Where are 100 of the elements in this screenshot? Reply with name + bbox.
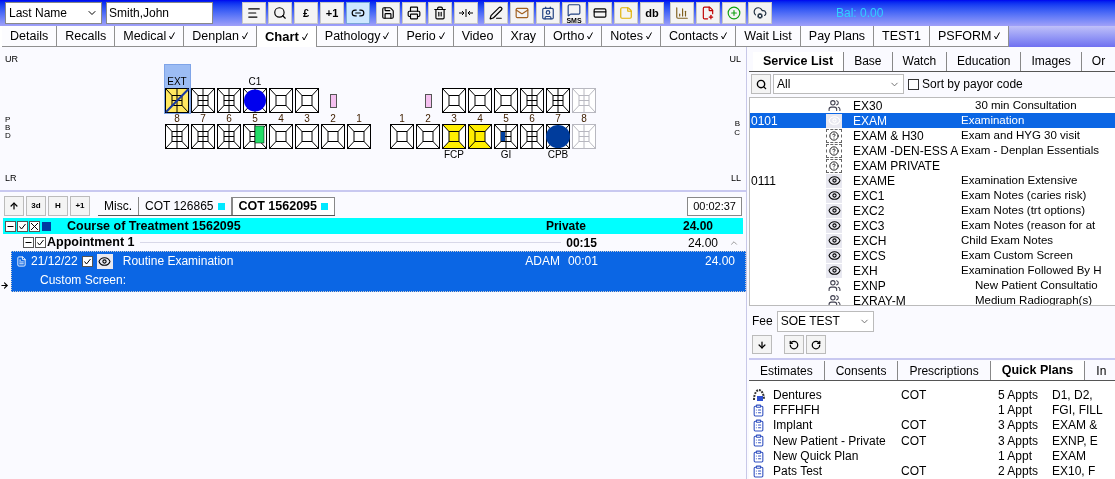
toolbar-button[interactable] (536, 2, 560, 24)
course-tab[interactable]: COT 1562095 (231, 197, 336, 215)
tab[interactable]: Xray (502, 26, 546, 47)
toolbar-button[interactable] (484, 2, 508, 24)
panel-tab[interactable]: In (1085, 361, 1115, 381)
tooth-icon[interactable] (520, 88, 544, 113)
tooth-icon[interactable] (546, 124, 570, 149)
service-row[interactable]: EXAM PRIVATE (750, 158, 1115, 174)
service-row[interactable]: EXCS Exam Custom Screen (750, 248, 1115, 264)
tab[interactable]: Details (2, 26, 58, 47)
search-type-select[interactable]: Last Name (5, 2, 102, 24)
tooth-icon[interactable] (217, 88, 241, 113)
panel-tab[interactable]: Images (1021, 51, 1082, 71)
panel-tab[interactable]: Estimates (749, 361, 825, 381)
tooth-icon[interactable] (217, 124, 241, 149)
tooth-icon[interactable] (165, 88, 189, 113)
tooth-icon[interactable] (295, 124, 319, 149)
service-row[interactable]: 0101 EXAM Examination (750, 113, 1115, 129)
tooth-icon[interactable] (295, 88, 319, 113)
panel-tab[interactable]: Consents (824, 361, 899, 381)
redo-button[interactable] (806, 335, 826, 355)
tooth-stub-icon[interactable] (424, 93, 432, 108)
quick-plan-row[interactable]: New Patient - Private COT 3 Appts EXNP, E (749, 433, 1115, 449)
tooth-icon[interactable] (165, 124, 189, 149)
sort-checkbox[interactable] (908, 78, 919, 90)
tooth-icon[interactable] (416, 124, 440, 149)
chart-button[interactable] (4, 196, 24, 216)
panel-tab[interactable]: Base (844, 51, 893, 71)
checkbox[interactable] (17, 220, 28, 232)
toolbar-button[interactable] (242, 2, 266, 24)
chart-button[interactable]: 3d (26, 196, 46, 216)
tooth-icon[interactable] (520, 124, 544, 149)
tab[interactable]: PSFORM (930, 26, 1010, 47)
arrow-down-button[interactable] (752, 335, 772, 355)
tooth-icon[interactable] (321, 124, 345, 149)
panel-tab[interactable]: Service List (753, 51, 845, 71)
tab[interactable]: Notes (602, 26, 661, 47)
collapse-toggle[interactable] (23, 237, 34, 248)
tooth-icon[interactable] (243, 88, 267, 113)
service-row[interactable]: EXC2 Exam Notes (trt options) (750, 203, 1115, 219)
service-row[interactable]: EXAM & H30 Exam and HYG 30 visit (750, 128, 1115, 144)
tab[interactable]: Pay Plans (800, 26, 875, 47)
service-row[interactable]: EX30 30 min Consultation (750, 98, 1115, 114)
tooth-icon[interactable] (243, 124, 267, 149)
tab[interactable]: Pathology (316, 26, 399, 47)
undo-button[interactable] (784, 335, 804, 355)
chart-button[interactable]: H (48, 196, 68, 216)
tooth-icon[interactable] (468, 88, 492, 113)
tab[interactable]: Video (453, 26, 503, 47)
tooth-icon[interactable] (468, 124, 492, 149)
panel-tab[interactable]: Education (947, 51, 1022, 71)
toolbar-button[interactable] (268, 2, 292, 24)
category-select[interactable]: All (773, 74, 904, 95)
tooth-icon[interactable] (442, 88, 466, 113)
tab[interactable]: Recalls (57, 26, 116, 47)
toolbar-button[interactable] (588, 2, 612, 24)
tooth-icon[interactable] (494, 88, 518, 113)
quick-plan-row[interactable]: New Quick Plan 1 Appt EXAM (749, 448, 1115, 464)
panel-tab[interactable]: Quick Plans (990, 361, 1086, 381)
search-button[interactable] (751, 74, 771, 95)
tooth-icon[interactable] (442, 124, 466, 149)
quick-plan-row[interactable]: Implant COT 3 Appts EXAM & (749, 417, 1115, 434)
toolbar-button[interactable]: db (640, 2, 664, 24)
toolbar-button[interactable] (428, 2, 452, 24)
service-row[interactable]: EXCH Child Exam Notes (750, 233, 1115, 249)
panel-tab[interactable]: Watch (892, 51, 948, 71)
course-tab[interactable]: Misc. (98, 197, 139, 215)
tooth-icon[interactable] (390, 124, 414, 149)
tab[interactable]: Wait List (736, 26, 801, 47)
toolbar-button[interactable] (748, 2, 772, 24)
fee-select[interactable]: SOE TEST (776, 310, 874, 332)
tooth-stub-icon[interactable] (329, 93, 337, 108)
checkbox[interactable] (81, 255, 93, 267)
tooth-icon[interactable] (191, 88, 215, 113)
tab[interactable]: Medical (115, 26, 185, 47)
service-row[interactable]: EXH Examination Followed By H (750, 263, 1115, 279)
tooth-icon[interactable] (269, 124, 293, 149)
collapse-toggle[interactable] (5, 220, 16, 232)
service-row[interactable]: EXC3 Exam Notes (reason for at (750, 218, 1115, 234)
tooth-icon[interactable] (347, 124, 371, 149)
toolbar-button[interactable]: £ (294, 2, 318, 24)
treatment-item[interactable]: 21/12/22 Routine Examination ADAM 00:01 24.00 Custom Screen: (11, 251, 746, 292)
service-row[interactable]: EXAM -DEN-ESS A Exam - Denplan Essentials (750, 143, 1115, 159)
toolbar-button[interactable] (346, 2, 370, 24)
checkbox[interactable] (35, 237, 46, 248)
service-row[interactable]: EXNP New Patient Consultatio (750, 278, 1115, 294)
toolbar-button[interactable] (402, 2, 426, 24)
toolbar-button[interactable]: +1 (320, 2, 344, 24)
tab[interactable]: Denplan (184, 26, 257, 47)
tab[interactable]: Contacts (661, 26, 737, 47)
panel-tab[interactable]: Or (1081, 51, 1115, 71)
patient-name-field[interactable]: Smith,John (106, 2, 213, 24)
tooth-icon[interactable] (191, 124, 215, 149)
panel-tab[interactable]: Prescriptions (898, 361, 991, 381)
course-tab[interactable]: COT 126865 (139, 197, 232, 215)
tooth-icon[interactable] (494, 124, 518, 149)
tab[interactable]: Perio (398, 26, 454, 47)
service-row[interactable]: 0111 EXAME Examination Extensive (750, 173, 1115, 189)
tab[interactable]: TEST1 (874, 26, 930, 47)
quick-plan-row[interactable]: FFFHFH 1 Appt FGI, FILL (749, 402, 1115, 418)
